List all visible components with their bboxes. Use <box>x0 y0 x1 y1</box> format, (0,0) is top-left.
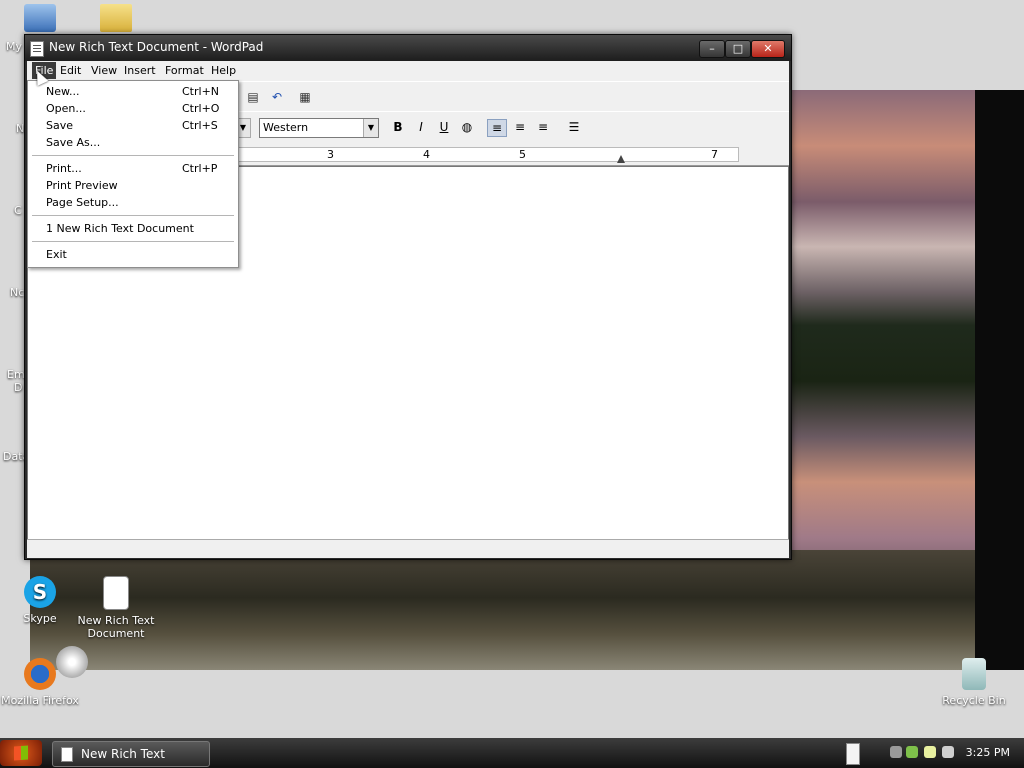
desktop-icon-label: Recycle Bin <box>942 694 1006 707</box>
skype-icon: S <box>24 576 56 608</box>
script-value: Western <box>263 121 309 134</box>
ruler-number: 3 <box>327 148 334 161</box>
taskbar-button-label: New Rich Text Docum... <box>81 747 165 761</box>
close-button[interactable]: ✕ <box>751 40 785 58</box>
menu-item-label: Page Setup... <box>46 196 119 209</box>
menu-item-label: New... <box>46 85 80 98</box>
maximize-button[interactable]: □ <box>725 40 751 58</box>
menu-item-shortcut: Ctrl+N <box>182 85 220 98</box>
desktop-label-partial: Em <box>7 368 25 381</box>
paste-icon[interactable]: ▤ <box>245 89 261 105</box>
tray-volume-icon[interactable] <box>942 746 954 758</box>
desktop-label-partial: Nc <box>10 286 25 299</box>
ruler-number: 7 <box>711 148 718 161</box>
underline-button[interactable]: U <box>435 119 453 135</box>
tray-notification-icon[interactable] <box>924 746 936 758</box>
file-menu: New... Ctrl+N Open... Ctrl+O Save Ctrl+S… <box>27 80 239 268</box>
menu-format[interactable]: Format <box>165 64 204 77</box>
taskbar: New Rich Text Docum... 3:25 PM <box>0 738 1024 768</box>
menu-item-page-setup[interactable]: Page Setup... <box>46 195 232 211</box>
menu-insert[interactable]: Insert <box>124 64 156 77</box>
align-center-icon[interactable]: ≡ <box>511 119 529 135</box>
color-palette-icon[interactable]: ◍ <box>458 119 476 135</box>
window-title: New Rich Text Document - WordPad <box>49 40 264 54</box>
menu-item-exit[interactable]: Exit <box>46 247 232 263</box>
desktop-icon-label: New Rich Text Document <box>77 614 155 640</box>
recycle-bin-icon <box>962 658 986 690</box>
menu-separator <box>32 215 234 217</box>
menu-item-label: Print... <box>46 162 82 175</box>
ruler-number: 5 <box>519 148 526 161</box>
desktop-icon-label: Skype <box>23 612 57 625</box>
firefox-icon <box>24 658 56 690</box>
menu-item-label: 1 New Rich Text Document <box>46 222 194 235</box>
ruler-number: 4 <box>423 148 430 161</box>
bullets-icon[interactable]: ☰ <box>565 119 583 135</box>
desktop-icon-recycle-bin[interactable]: Recycle Bin <box>934 658 1014 707</box>
desktop-label-partial: C <box>14 204 22 217</box>
taskbar-button-wordpad[interactable]: New Rich Text Docum... <box>52 741 210 767</box>
align-right-icon[interactable]: ≡ <box>534 119 552 135</box>
menu-item-shortcut: Ctrl+O <box>182 102 220 115</box>
wordpad-taskbar-icon <box>61 747 73 762</box>
undo-icon[interactable]: ↶ <box>269 89 285 105</box>
zip-folder-icon[interactable] <box>100 4 132 32</box>
bold-button[interactable]: B <box>389 119 407 135</box>
desktop-label-partial: D <box>14 381 23 394</box>
system-tray: 3:25 PM <box>880 738 1024 768</box>
my-computer-icon[interactable] <box>24 4 56 32</box>
insert-datetime-icon[interactable]: ▦ <box>297 89 313 105</box>
desktop-label-partial: My <box>6 40 23 53</box>
menu-item-label: Print Preview <box>46 179 118 192</box>
right-indent-marker[interactable] <box>617 155 625 163</box>
wordpad-app-icon[interactable] <box>30 41 44 57</box>
italic-button[interactable]: I <box>412 119 430 135</box>
menu-item-shortcut: Ctrl+S <box>182 119 218 132</box>
menu-edit[interactable]: Edit <box>60 64 81 77</box>
menu-item-recent-file[interactable]: 1 New Rich Text Document <box>46 221 232 237</box>
menu-item-save[interactable]: Save Ctrl+S <box>46 118 232 134</box>
menu-bar: File Edit View Insert Format Help <box>27 61 789 81</box>
document-icon <box>103 576 129 610</box>
tray-network-icon[interactable] <box>890 746 902 758</box>
keyboard-layout-icon[interactable] <box>846 743 860 765</box>
menu-separator <box>32 155 234 157</box>
menu-item-shortcut: Ctrl+P <box>182 162 218 175</box>
status-bar <box>27 539 789 558</box>
menu-item-label: Open... <box>46 102 86 115</box>
menu-view[interactable]: View <box>91 64 117 77</box>
menu-separator <box>32 241 234 243</box>
menu-item-print[interactable]: Print... Ctrl+P <box>46 161 232 177</box>
tray-security-icon[interactable] <box>906 746 918 758</box>
chevron-down-icon[interactable]: ▼ <box>363 119 378 137</box>
desktop-icon-new-rtf[interactable]: New Rich Text Document <box>76 576 156 640</box>
desktop-icon-skype[interactable]: S Skype <box>0 576 80 625</box>
title-bar[interactable]: New Rich Text Document - WordPad – □ ✕ <box>25 35 791 61</box>
minimize-button[interactable]: – <box>699 40 725 58</box>
desktop-icon-label: Mozilla Firefox <box>1 694 79 707</box>
menu-item-new[interactable]: New... Ctrl+N <box>46 84 232 100</box>
disc-icon[interactable] <box>56 646 88 678</box>
clock[interactable]: 3:25 PM <box>966 746 1010 759</box>
menu-item-label: Save <box>46 119 74 132</box>
start-button[interactable] <box>0 740 42 766</box>
menu-item-label: Exit <box>46 248 67 261</box>
desktop-label-partial: N <box>16 122 25 135</box>
menu-item-open[interactable]: Open... Ctrl+O <box>46 101 232 117</box>
menu-item-print-preview[interactable]: Print Preview <box>46 178 232 194</box>
align-left-icon[interactable]: ≡ <box>487 119 507 137</box>
menu-item-save-as[interactable]: Save As... <box>46 135 232 151</box>
menu-help[interactable]: Help <box>211 64 236 77</box>
menu-item-label: Save As... <box>46 136 101 149</box>
script-dropdown[interactable]: Western ▼ <box>259 118 379 138</box>
